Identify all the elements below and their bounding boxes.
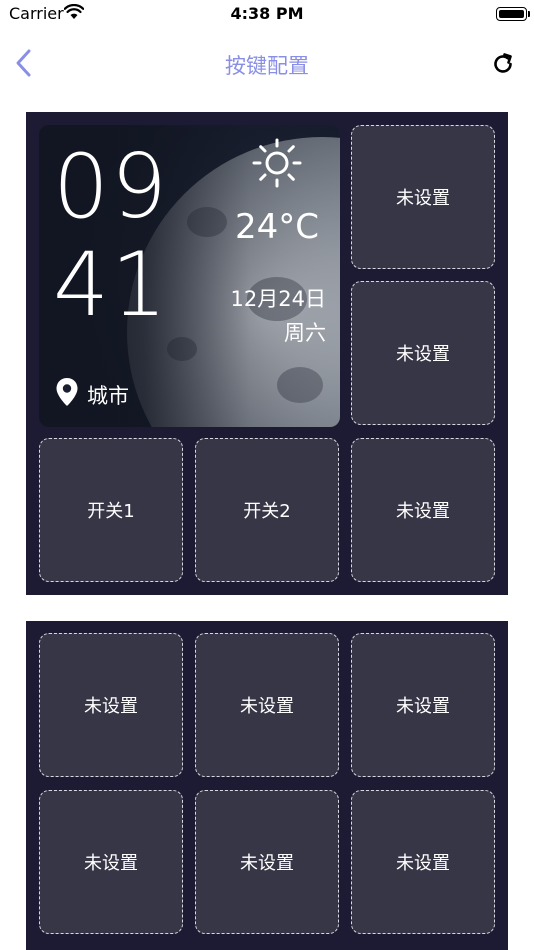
location-pin-icon: [56, 378, 78, 406]
refresh-icon: [494, 53, 512, 73]
key-slot[interactable]: 未设置: [351, 125, 495, 269]
key-slot[interactable]: 未设置: [39, 790, 183, 934]
key-panel-2: 未设置 未设置 未设置 未设置 未设置 未设置: [26, 621, 508, 950]
battery-icon: [496, 7, 527, 21]
key-slot[interactable]: 未设置: [195, 790, 339, 934]
city-label: 城市: [87, 384, 129, 408]
weekday-label: 周六: [284, 321, 326, 345]
refresh-button[interactable]: [488, 49, 518, 79]
clock-minute: 41: [53, 233, 169, 336]
status-bar: Carrier 4:38 PM: [0, 0, 534, 28]
key-slot[interactable]: 未设置: [39, 633, 183, 777]
key-slot[interactable]: 开关2: [195, 438, 339, 582]
battery-tip: [528, 11, 530, 17]
temperature: 24°C: [235, 207, 320, 247]
status-time: 4:38 PM: [230, 4, 304, 23]
key-slot[interactable]: 开关1: [39, 438, 183, 582]
key-panel-1: 09 41 24°C 12月24日 周六 城市 未设置 未设置 开关1 开关2 …: [26, 112, 508, 595]
key-slot[interactable]: 未设置: [351, 438, 495, 582]
key-slot[interactable]: 未设置: [351, 790, 495, 934]
sun-icon: [252, 138, 302, 188]
clock-hour: 09: [53, 135, 169, 238]
weather-widget[interactable]: 09 41 24°C 12月24日 周六 城市: [39, 125, 340, 427]
navigation-bar: 按键配置: [0, 40, 534, 86]
key-slot[interactable]: 未设置: [195, 633, 339, 777]
date-label: 12月24日: [230, 287, 326, 311]
key-slot[interactable]: 未设置: [351, 281, 495, 425]
key-slot[interactable]: 未设置: [351, 633, 495, 777]
page-title: 按键配置: [225, 54, 309, 78]
